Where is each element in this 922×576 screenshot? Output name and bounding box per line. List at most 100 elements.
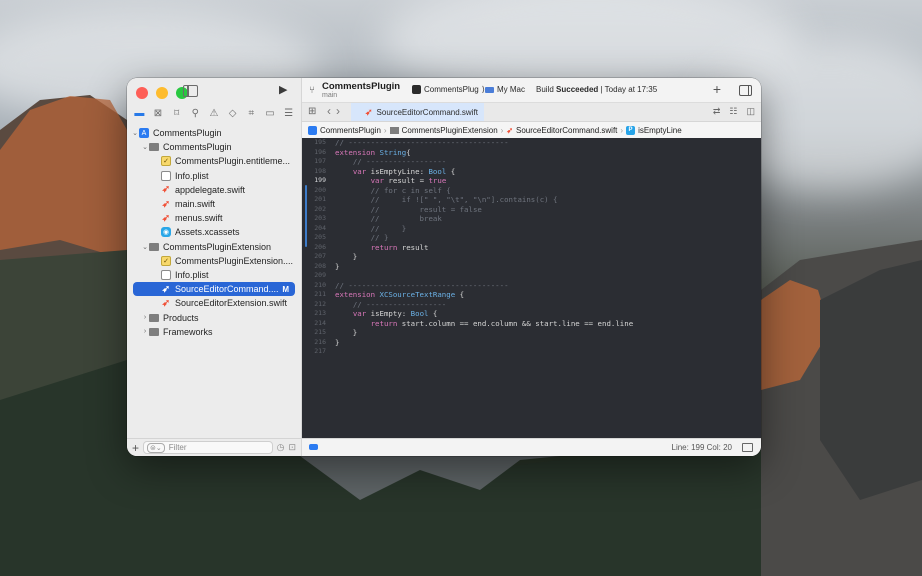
breadcrumb-item[interactable]: CommentsPlugin: [320, 126, 381, 135]
tab-source-editor-command[interactable]: ➶ SourceEditorCommand.swift: [351, 103, 484, 121]
bookmark-icon[interactable]: ⌑: [170, 106, 184, 120]
debug-navigator-icon[interactable]: ⌗: [244, 106, 258, 120]
source-control-filter-icon[interactable]: ⊡: [288, 442, 296, 453]
refresh-icon[interactable]: ⇄: [713, 106, 721, 117]
window-controls: [136, 87, 188, 99]
tree-item-group[interactable]: ⌄ CommentsPlugin: [127, 140, 301, 154]
tree-item-file[interactable]: ➶ main.swift: [127, 197, 301, 211]
status-time: | Today at 17:35: [600, 85, 658, 94]
tree-item-label: menus.swift: [175, 213, 223, 224]
library-button[interactable]: +: [713, 81, 721, 97]
issue-navigator-icon[interactable]: ⚠: [207, 106, 221, 120]
code-line[interactable]: // result = false: [335, 205, 761, 215]
code-line[interactable]: // }: [335, 224, 761, 234]
destination-label: My Mac: [497, 85, 525, 94]
chevron-down-icon[interactable]: ⌄: [141, 143, 149, 151]
chevron-right-icon[interactable]: ›: [141, 314, 149, 321]
code-line[interactable]: // if ![" ", "\t", "\n"].contains(c) {: [335, 195, 761, 205]
breadcrumb-item[interactable]: CommentsPluginExtension: [402, 126, 498, 135]
code-line[interactable]: extension XCSourceTextRange {: [335, 290, 761, 300]
scheme-label: CommentsPlug: [424, 85, 479, 94]
code-line[interactable]: return start.column == end.column && sta…: [335, 319, 761, 329]
recent-files-icon[interactable]: ◷: [277, 442, 285, 453]
tree-item-project[interactable]: ⌄ A CommentsPlugin: [127, 126, 301, 140]
minimize-button[interactable]: [156, 87, 168, 99]
code-line[interactable]: }: [335, 338, 761, 348]
tab-label: SourceEditorCommand.swift: [376, 107, 478, 117]
scheme-selector[interactable]: CommentsPlug ⟩: [412, 85, 485, 94]
tree-item-file-selected[interactable]: ➶ SourceEditorCommand.... M: [133, 282, 295, 297]
code-line[interactable]: }: [335, 328, 761, 338]
sidebar-toggle-icon[interactable]: [183, 85, 198, 97]
navigator-sidebar: ▶ ▬ ⊠ ⌑ ⚲ ⚠ ◇ ⌗ ▭ ☰ ⌄ A CommentsPlugin ⌄…: [127, 78, 302, 456]
filter-input[interactable]: ⊜⌄ Filter: [143, 441, 273, 454]
chevron-down-icon[interactable]: ⌄: [141, 243, 149, 251]
line-number: 198: [314, 166, 326, 175]
find-navigator-icon[interactable]: ⚲: [188, 106, 202, 120]
code-line[interactable]: // ------------------------------------: [335, 281, 761, 291]
add-file-button[interactable]: +: [132, 441, 139, 455]
swift-icon: ➶: [161, 297, 171, 309]
tree-item-group[interactable]: ⌄ CommentsPluginExtension: [127, 240, 301, 254]
mac-icon: [485, 86, 494, 93]
tree-item-file[interactable]: ◉ Assets.xcassets: [127, 225, 301, 239]
breadcrumb-item[interactable]: isEmptyLine: [638, 126, 682, 135]
code-line[interactable]: // ------------------: [335, 157, 761, 167]
chevron-down-icon[interactable]: ⌄: [131, 129, 139, 137]
code-line[interactable]: // ------------------: [335, 300, 761, 310]
code-line[interactable]: // break: [335, 214, 761, 224]
related-items-icon[interactable]: ⊞: [308, 106, 316, 117]
breadcrumb: CommentsPlugin › CommentsPluginExtension…: [302, 122, 761, 139]
destination-selector[interactable]: My Mac: [485, 85, 525, 94]
source-control-icon[interactable]: ⊠: [151, 106, 165, 120]
tree-item-file[interactable]: ✓ CommentsPluginExtension....: [127, 254, 301, 268]
code-line[interactable]: extension String{: [335, 148, 761, 158]
line-number: 209: [314, 271, 326, 279]
debug-area-toggle-icon[interactable]: [309, 444, 318, 450]
tree-item-file[interactable]: ➶ menus.swift: [127, 211, 301, 225]
code-line[interactable]: // ------------------------------------: [335, 138, 761, 148]
tree-item-file[interactable]: ✓ CommentsPlugin.entitleme...: [127, 154, 301, 168]
code-line[interactable]: }: [335, 262, 761, 272]
filter-options-icon[interactable]: ⊜⌄: [147, 442, 165, 453]
code-line[interactable]: var isEmpty: Bool {: [335, 309, 761, 319]
code-line[interactable]: // }: [335, 233, 761, 243]
code-editor[interactable]: 195 196 197 198 199 200 201 202 203 204 …: [302, 138, 761, 439]
tree-item-label: Info.plist: [175, 170, 209, 181]
tree-item-file[interactable]: Info.plist: [127, 268, 301, 282]
inspector-toggle-icon[interactable]: [739, 85, 752, 96]
code-line[interactable]: [335, 347, 761, 357]
tree-item-file[interactable]: Info.plist: [127, 169, 301, 183]
project-title: CommentsPlugin: [322, 81, 401, 92]
editor-options-icon[interactable]: ☷: [729, 106, 737, 117]
tree-item-group[interactable]: › Frameworks: [127, 325, 301, 339]
status-result: Succeeded: [556, 85, 599, 94]
code-line[interactable]: }: [335, 252, 761, 262]
code-line[interactable]: var isEmptyLine: Bool {: [335, 167, 761, 177]
report-navigator-icon[interactable]: ☰: [282, 106, 296, 120]
folder-icon: [149, 242, 159, 251]
tree-item-file[interactable]: ➶ SourceEditorExtension.swift: [127, 296, 301, 310]
code-line[interactable]: var result = true: [335, 176, 761, 186]
close-button[interactable]: [136, 87, 148, 99]
navigation-arrows[interactable]: ‹›: [327, 104, 345, 118]
folder-icon: [149, 313, 159, 322]
filter-placeholder: Filter: [168, 443, 187, 452]
project-navigator-icon[interactable]: ▬: [132, 106, 146, 120]
branch-name[interactable]: main: [322, 92, 337, 99]
line-number: 211: [314, 290, 326, 298]
code-line[interactable]: // for c in self {: [335, 186, 761, 196]
breakpoint-navigator-icon[interactable]: ▭: [263, 106, 277, 120]
tree-item-label: main.swift: [175, 199, 216, 210]
tree-item-file[interactable]: ➶ appdelegate.swift: [127, 183, 301, 197]
split-editor-icon[interactable]: ◫: [746, 106, 755, 117]
run-button[interactable]: ▶: [279, 83, 287, 96]
tree-item-group[interactable]: › Products: [127, 310, 301, 324]
breadcrumb-item[interactable]: SourceEditorCommand.swift: [516, 126, 617, 135]
test-navigator-icon[interactable]: ◇: [226, 106, 240, 120]
console-toggle-icon[interactable]: [742, 443, 753, 452]
code-line[interactable]: [335, 271, 761, 281]
chevron-right-icon[interactable]: ›: [141, 328, 149, 335]
code-line[interactable]: return result: [335, 243, 761, 253]
branch-icon: ⑂: [309, 85, 315, 96]
